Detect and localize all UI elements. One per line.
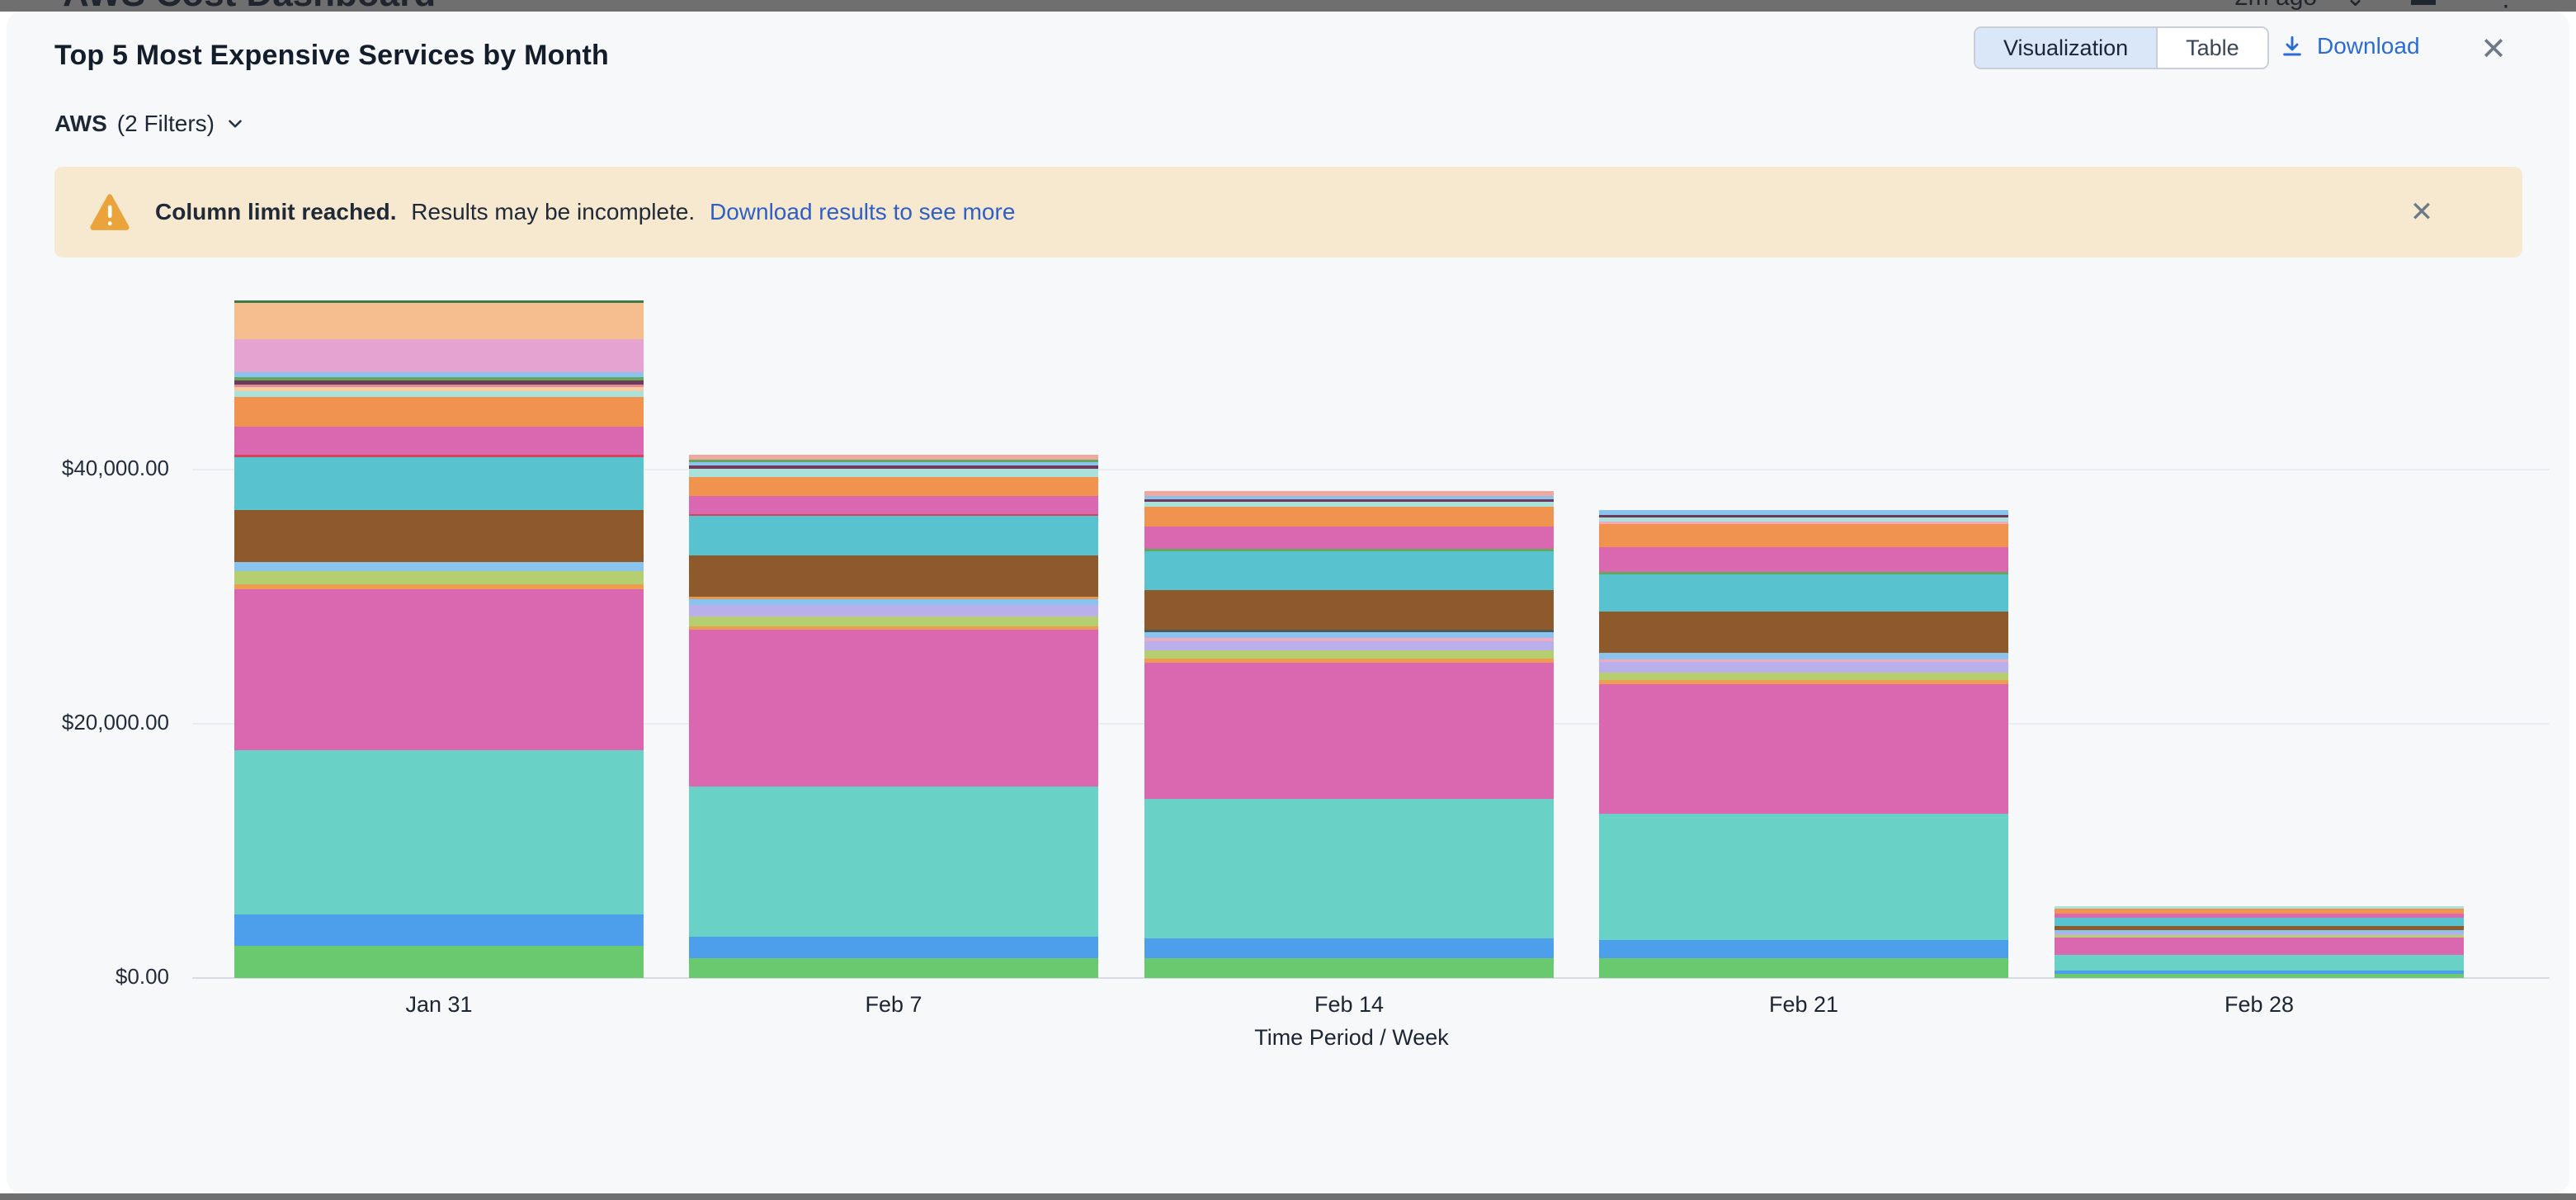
bar-segment[interactable] <box>689 958 1098 978</box>
bar-segment[interactable] <box>1144 938 1554 958</box>
bar-segment[interactable] <box>1599 814 2008 939</box>
bar-segment[interactable] <box>234 510 644 562</box>
x-axis-tick-label: Feb 28 <box>2135 992 2383 1018</box>
bar-segment[interactable] <box>234 427 644 455</box>
bar-segment[interactable] <box>1599 684 2008 814</box>
bar-jan-31[interactable] <box>234 300 644 978</box>
bar-segment[interactable] <box>234 750 644 914</box>
bar-segment[interactable] <box>1144 958 1554 978</box>
bar-segment[interactable] <box>234 571 644 583</box>
x-axis-tick-label: Jan 31 <box>315 992 563 1018</box>
stacked-bar-chart: $0.00 $20,000.00 $40,000.00 Jan 31 Feb 7 Feb … <box>0 0 2576 1200</box>
bar-segment[interactable] <box>2055 938 2464 955</box>
bar-segment[interactable] <box>689 469 1098 477</box>
bar-segment[interactable] <box>689 617 1098 626</box>
bar-segment[interactable] <box>1599 662 2008 672</box>
bar-segment[interactable] <box>234 946 644 978</box>
bar-segment[interactable] <box>1599 612 2008 653</box>
bar-feb-21[interactable] <box>1599 510 2008 978</box>
bar-feb-14[interactable] <box>1144 491 1554 978</box>
bar-segment[interactable] <box>1144 527 1554 548</box>
bar-segment[interactable] <box>1144 507 1554 527</box>
x-axis-title: Time Period / Week <box>192 1025 2511 1051</box>
y-axis-tick-label: $0.00 <box>0 964 169 990</box>
bar-segment[interactable] <box>689 630 1098 787</box>
bar-segment[interactable] <box>689 496 1098 514</box>
x-axis-tick-label: Feb 14 <box>1225 992 1473 1018</box>
bar-segment[interactable] <box>689 516 1098 555</box>
bar-segment[interactable] <box>1599 673 2008 680</box>
bar-segment[interactable] <box>2055 918 2464 926</box>
bar-segment[interactable] <box>234 391 644 397</box>
bar-feb-7[interactable] <box>689 455 1098 978</box>
bar-segment[interactable] <box>234 562 644 571</box>
bar-segment[interactable] <box>234 303 644 339</box>
bar-segment[interactable] <box>1599 574 2008 612</box>
bar-segment[interactable] <box>234 339 644 372</box>
bar-segment[interactable] <box>689 599 1098 605</box>
bar-segment[interactable] <box>2055 974 2464 978</box>
bar-segment[interactable] <box>689 477 1098 496</box>
bar-segment[interactable] <box>234 589 644 751</box>
bar-segment[interactable] <box>689 937 1098 958</box>
bar-segment[interactable] <box>234 457 644 510</box>
y-axis-tick-label: $40,000.00 <box>0 456 169 481</box>
bar-segment[interactable] <box>1599 940 2008 958</box>
bar-segment[interactable] <box>1599 958 2008 978</box>
bar-segment[interactable] <box>1599 547 2008 572</box>
x-axis-tick-label: Feb 7 <box>770 992 1017 1018</box>
bar-segment[interactable] <box>1144 641 1554 650</box>
bar-segment[interactable] <box>2055 955 2464 971</box>
y-axis-tick-label: $20,000.00 <box>0 710 169 735</box>
x-axis-tick-label: Feb 21 <box>1680 992 1927 1018</box>
bar-segment[interactable] <box>1144 590 1554 630</box>
bar-segment[interactable] <box>1599 524 2008 547</box>
bar-segment[interactable] <box>234 914 644 947</box>
bar-segment[interactable] <box>1599 653 2008 659</box>
bar-segment[interactable] <box>1144 663 1554 799</box>
bar-segment[interactable] <box>689 605 1098 617</box>
bar-segment[interactable] <box>234 397 644 427</box>
bar-segment[interactable] <box>689 555 1098 597</box>
bar-segment[interactable] <box>1144 551 1554 591</box>
bar-segment[interactable] <box>1144 632 1554 638</box>
bar-segment[interactable] <box>1144 799 1554 938</box>
bar-feb-28[interactable] <box>2055 906 2464 978</box>
bar-segment[interactable] <box>1144 650 1554 659</box>
bar-segment[interactable] <box>689 787 1098 937</box>
